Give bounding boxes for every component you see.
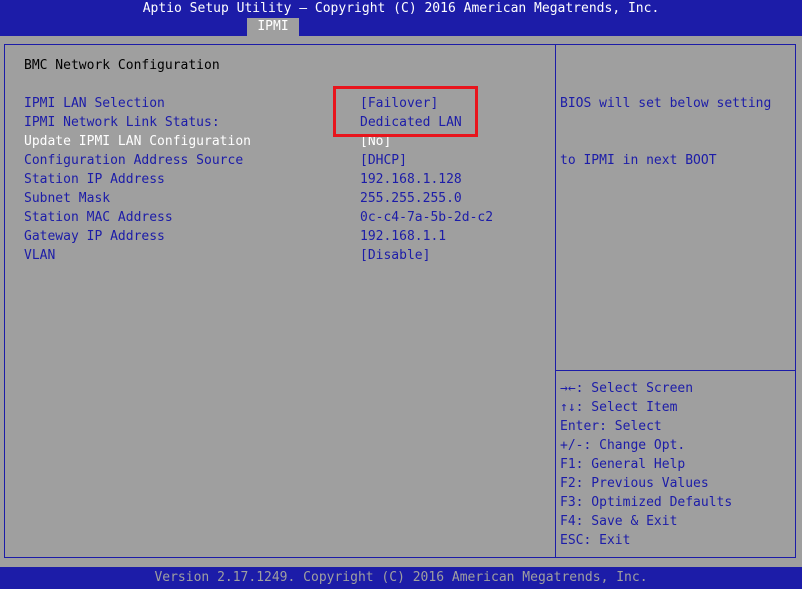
footer-bar: Version 2.17.1249. Copyright (C) 2016 Am… (0, 567, 802, 589)
setting-value-subnet-mask: 255.255.255.0 (360, 191, 462, 206)
help-key-select-screen: →←: Select Screen (560, 381, 694, 396)
help-key-f4: F4: Save & Exit (560, 514, 678, 529)
setting-label-ipmi-lan-selection[interactable]: IPMI LAN Selection (24, 94, 165, 113)
section-title: BMC Network Configuration (24, 58, 220, 73)
help-description: BIOS will set below setting to IPMI in n… (560, 56, 771, 189)
setting-value-mac-address: 0c-c4-7a-5b-2d-c2 (360, 210, 494, 225)
setting-label-gateway-ip: Gateway IP Address (24, 229, 165, 244)
setting-label-subnet-mask: Subnet Mask (24, 191, 111, 206)
red-highlight-box (333, 86, 478, 137)
setting-value-station-ip: 192.168.1.128 (360, 172, 462, 187)
help-description-line: to IPMI in next BOOT (560, 153, 717, 168)
setting-label-address-source[interactable]: Configuration Address Source (24, 151, 243, 170)
setting-label-vlan[interactable]: VLAN (24, 246, 55, 265)
help-key-change-opt: +/-: Change Opt. (560, 438, 686, 453)
help-key-esc: ESC: Exit (560, 533, 631, 548)
setting-value-address-source[interactable]: [DHCP] (360, 151, 407, 170)
help-key-f2: F2: Previous Values (560, 476, 709, 491)
app-title: Aptio Setup Utility – Copyright (C) 2016… (142, 1, 660, 16)
setting-label-station-ip: Station IP Address (24, 172, 165, 187)
setting-label-update-lan-config[interactable]: Update IPMI LAN Configuration (24, 132, 251, 151)
help-key-f1: F1: General Help (560, 457, 686, 472)
help-key-select-item: ↑↓: Select Item (560, 400, 678, 415)
help-divider-horizontal (556, 370, 795, 371)
help-key-enter: Enter: Select (560, 419, 662, 434)
panel-divider-vertical (555, 44, 556, 558)
tab-ipmi[interactable]: IPMI (247, 18, 299, 36)
help-key-f3: F3: Optimized Defaults (560, 495, 733, 510)
help-description-line: BIOS will set below setting (560, 96, 772, 111)
setting-value-gateway-ip: 192.168.1.1 (360, 229, 447, 244)
setting-label-mac-address: Station MAC Address (24, 210, 173, 225)
setting-value-vlan[interactable]: [Disable] (360, 246, 430, 265)
header-bar: Aptio Setup Utility – Copyright (C) 2016… (0, 0, 802, 36)
footer-text: Version 2.17.1249. Copyright (C) 2016 Am… (154, 570, 648, 585)
setting-label-link-status: IPMI Network Link Status: (24, 115, 220, 130)
